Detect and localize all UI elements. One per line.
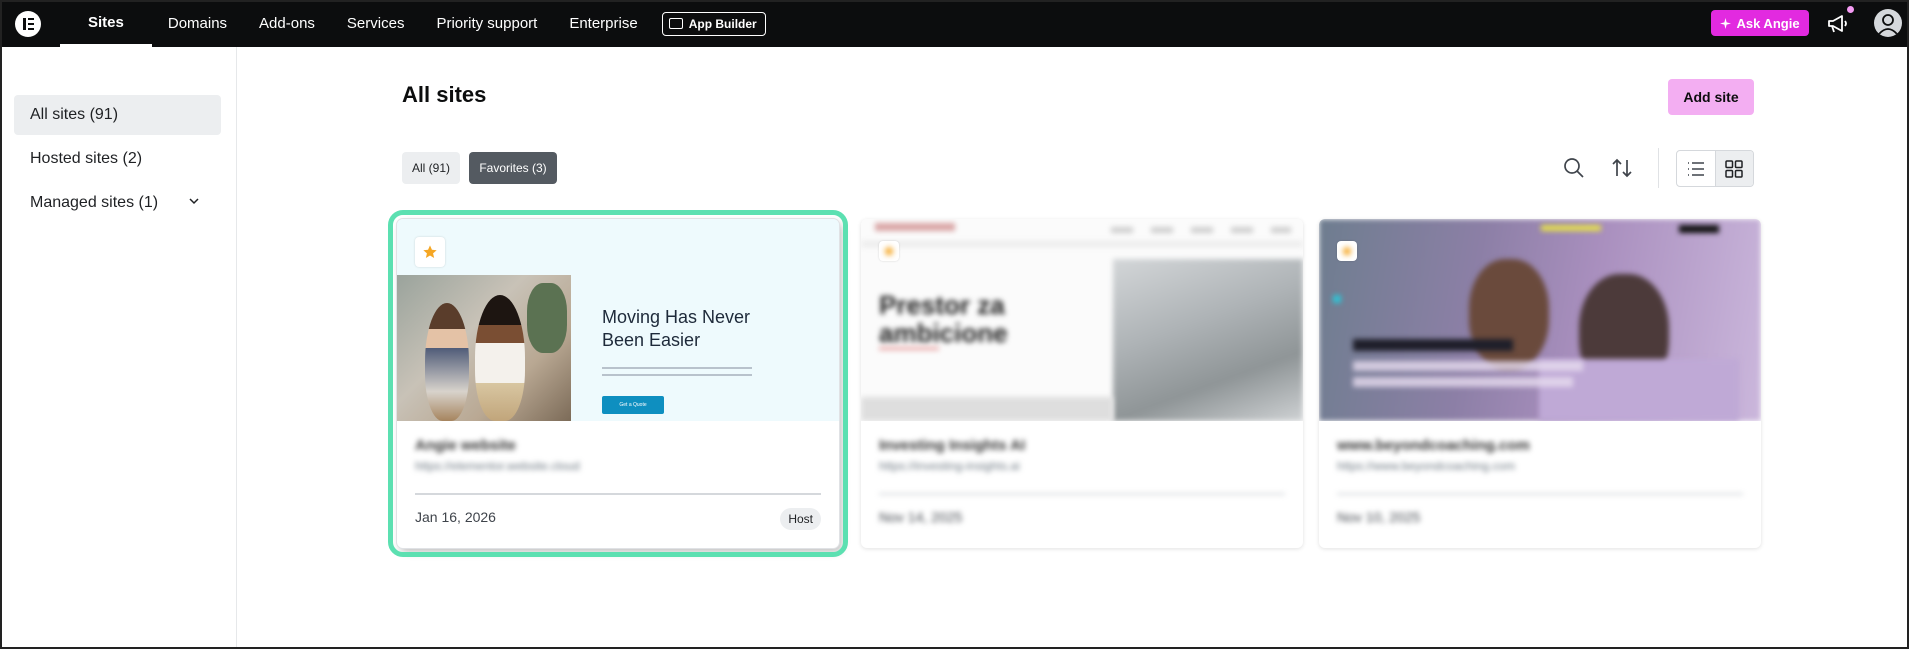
ask-angie-button[interactable]: Ask Angie (1711, 10, 1809, 36)
sidebar-item-label: Hosted sites (2) (30, 150, 143, 167)
card-divider (879, 493, 1285, 495)
page-title: All sites (402, 82, 487, 107)
nav-sites[interactable]: Sites (60, 0, 152, 47)
site-card-angie-website[interactable]: Moving Has Never Been Easier Get a Quote… (388, 210, 848, 557)
chevron-down-icon[interactable] (189, 196, 199, 206)
favorite-toggle[interactable] (415, 237, 445, 267)
main-nav: Sites Domains Add-ons Services Priority … (60, 0, 766, 47)
nav-priority-support[interactable]: Priority support (420, 0, 553, 47)
grid-view-button[interactable] (1714, 151, 1753, 186)
add-site-button[interactable]: Add site (1668, 79, 1754, 115)
megaphone-icon[interactable] (1826, 12, 1850, 34)
app-builder-button[interactable]: App Builder (661, 11, 766, 36)
thumbnail-quote-button: Get a Quote (602, 396, 664, 414)
elementor-logo-icon[interactable] (15, 11, 41, 37)
ask-angie-label: Ask Angie (1736, 15, 1800, 31)
filter-favorites[interactable]: Favorites (3) (469, 152, 557, 184)
site-card-beyondcoaching[interactable]: www.beyondcoaching.com https://www.beyon… (1319, 219, 1761, 548)
site-card-investing-insights[interactable]: Prestor za ambicione Investing Insights … (861, 219, 1303, 548)
notification-dot (1847, 6, 1854, 13)
site-url[interactable]: https://www.beyondcoaching.com (1337, 459, 1743, 475)
card-divider (415, 493, 821, 495)
favorite-toggle[interactable] (1337, 241, 1357, 261)
site-name[interactable]: Angie website (415, 437, 821, 457)
app-builder-icon (668, 18, 683, 29)
site-url[interactable]: https://investing-insights.ai (879, 459, 1285, 475)
site-date: Nov 10, 2025 (1337, 509, 1421, 525)
grid-view-icon (1725, 159, 1744, 178)
card-divider (1337, 493, 1743, 495)
sidebar-item-hosted-sites[interactable]: Hosted sites (2) (14, 139, 221, 179)
site-date: Jan 16, 2026 (415, 509, 496, 525)
site-thumbnail[interactable] (1319, 219, 1761, 421)
search-icon[interactable] (1561, 155, 1587, 181)
list-view-icon (1687, 161, 1704, 176)
sidebar: All sites (91) Hosted sites (2) Managed … (0, 47, 237, 649)
nav-enterprise[interactable]: Enterprise (553, 0, 653, 47)
filter-all[interactable]: All (91) (402, 152, 460, 184)
favorite-toggle[interactable] (879, 241, 899, 261)
star-icon (883, 245, 895, 257)
site-thumbnail[interactable]: Prestor za ambicione (861, 219, 1303, 421)
thumbnail-heading: Moving Has Never Been Easier (602, 307, 751, 350)
toolbar-divider (1658, 148, 1659, 188)
top-navigation: Sites Domains Add-ons Services Priority … (0, 0, 1909, 47)
thumbnail-photo (397, 275, 571, 421)
nav-domains[interactable]: Domains (152, 0, 243, 47)
sidebar-item-label: All sites (91) (30, 106, 119, 123)
star-icon (423, 245, 437, 258)
view-toggle (1676, 150, 1754, 187)
nav-services[interactable]: Services (331, 0, 421, 47)
site-name[interactable]: Investing Insights AI (879, 437, 1285, 457)
site-date: Nov 14, 2025 (879, 509, 963, 525)
star-icon (1341, 245, 1353, 257)
sort-icon[interactable] (1609, 155, 1635, 181)
site-name[interactable]: www.beyondcoaching.com (1337, 437, 1743, 457)
list-view-button[interactable] (1677, 151, 1715, 186)
sparkle-icon (1720, 17, 1732, 29)
sidebar-item-all-sites[interactable]: All sites (91) (14, 95, 221, 135)
sidebar-item-label: Managed sites (1) (30, 194, 159, 211)
nav-add-ons[interactable]: Add-ons (243, 0, 331, 47)
sidebar-item-managed-sites[interactable]: Managed sites (1) (14, 183, 221, 223)
site-url[interactable]: https://elementor.website.cloud (415, 459, 821, 475)
app-builder-label: App Builder (688, 16, 757, 31)
thumbnail-heading: Prestor za ambicione (879, 290, 1008, 348)
site-thumbnail[interactable]: Moving Has Never Been Easier Get a Quote (397, 219, 839, 421)
host-badge: Host (780, 508, 821, 530)
user-avatar-icon[interactable] (1874, 9, 1902, 37)
